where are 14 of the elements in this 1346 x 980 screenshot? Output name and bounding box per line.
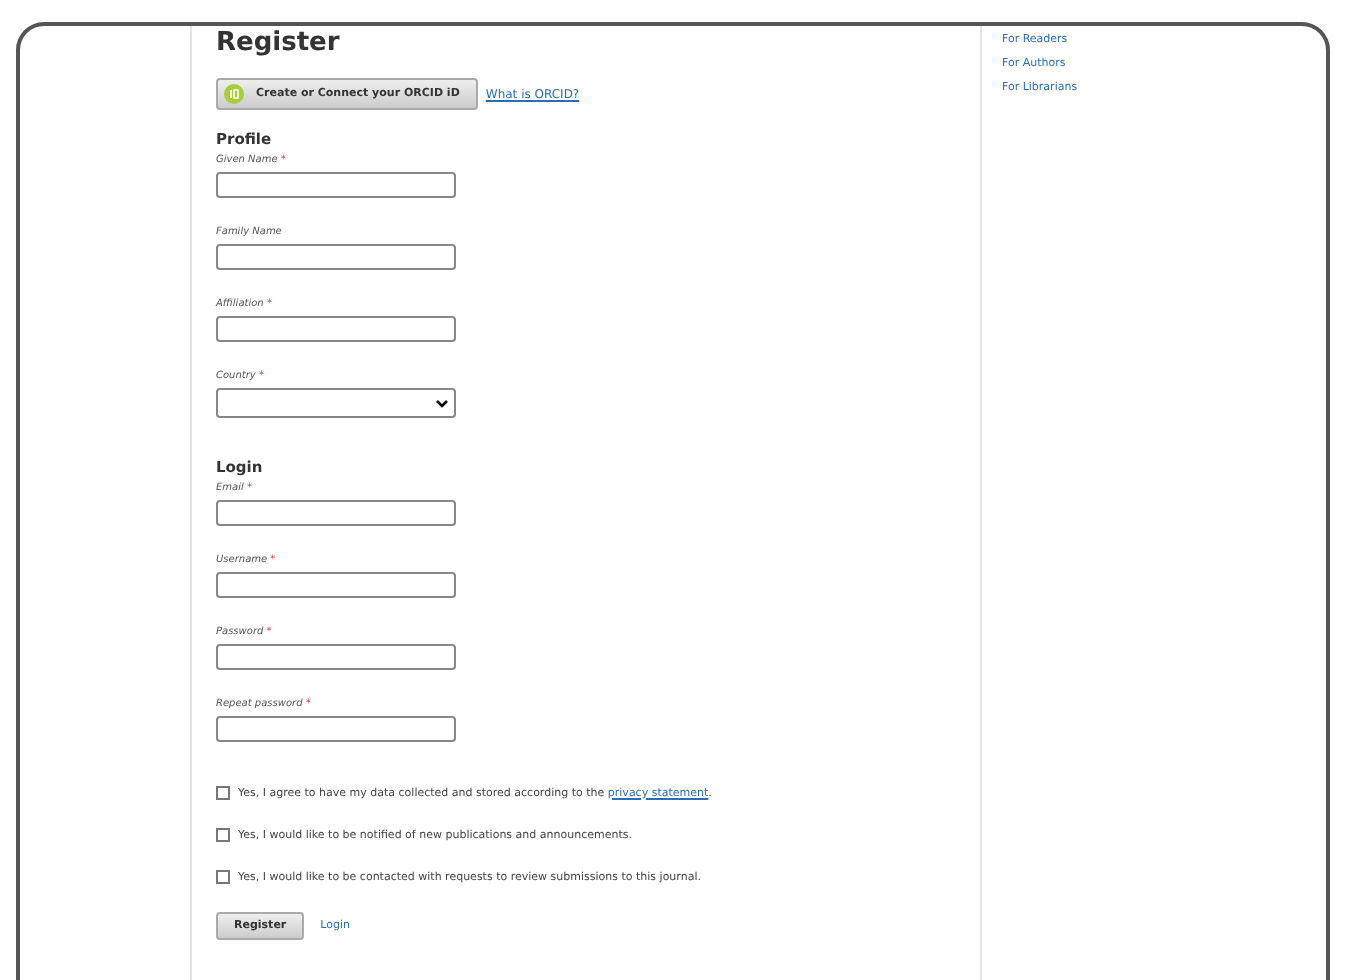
checkbox[interactable]: [216, 870, 230, 884]
input-field[interactable]: [216, 500, 456, 526]
checkbox[interactable]: [216, 786, 230, 800]
input-field[interactable]: [216, 572, 456, 598]
input-field[interactable]: [216, 172, 456, 198]
checkbox[interactable]: [216, 828, 230, 842]
input-field[interactable]: [216, 316, 456, 342]
chevron-down-icon: [436, 399, 448, 407]
country-select[interactable]: [216, 388, 456, 418]
input-field[interactable]: [216, 244, 456, 270]
input-field[interactable]: [216, 644, 456, 670]
page-title: Register: [216, 28, 342, 58]
input-field[interactable]: [216, 716, 456, 742]
orcid-icon: [224, 84, 244, 104]
